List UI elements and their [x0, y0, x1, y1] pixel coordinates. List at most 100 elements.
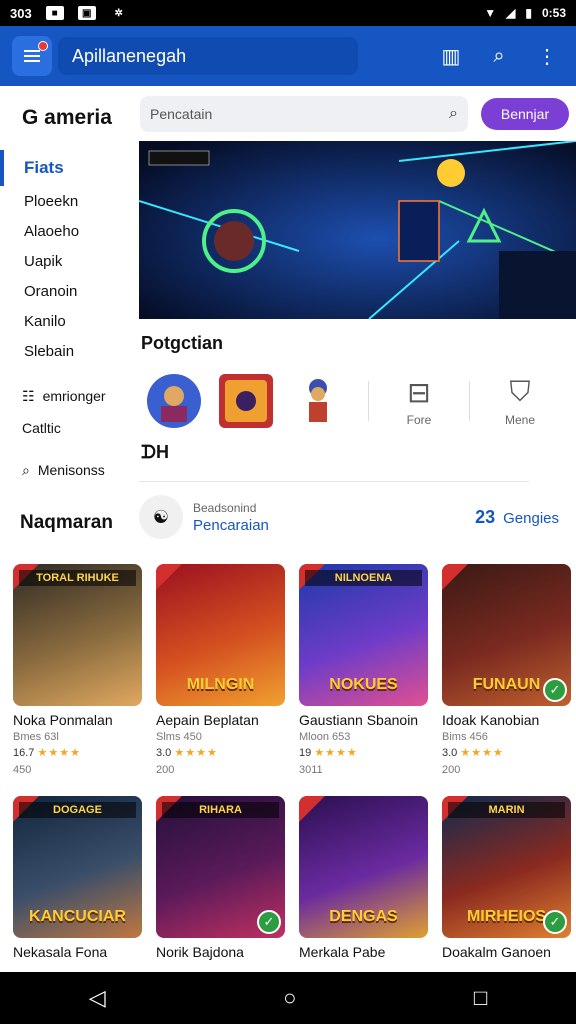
category-item[interactable]: ⊟ Fore — [383, 370, 455, 432]
book-icon[interactable]: ▥ — [440, 44, 462, 69]
game-rating: 16.7 ★★★★ — [13, 746, 142, 759]
sidebar-sub-label: emrionger — [42, 388, 106, 404]
game-downloads: 200 — [442, 764, 461, 776]
menu-icon — [24, 50, 40, 52]
game-card[interactable]: DOGAGE KANCUCIAR Nekasala Fona — [13, 796, 142, 960]
search-placeholder: Pencatain — [150, 106, 213, 122]
sidebar-item[interactable]: Kanilo — [0, 306, 136, 336]
game-thumbnail[interactable]: MILNGIN — [156, 564, 285, 706]
game-meta: Bmes 63l — [13, 731, 59, 743]
game-name: Idoak Kanobian — [442, 712, 540, 728]
hero-artwork — [139, 141, 576, 319]
category-item[interactable] — [138, 370, 210, 432]
category-row: ⊟ Fore ⛉ Mene — [138, 366, 576, 436]
star-icon: ★★★★ — [37, 747, 81, 759]
wifi-icon: ▼ — [484, 6, 497, 20]
hero-banner[interactable] — [139, 141, 576, 319]
notification-icon: ▣ — [77, 6, 96, 20]
star-icon: ★★★★ — [314, 747, 358, 759]
rating-value: 3.0 — [156, 747, 172, 759]
games-count-label[interactable]: Gengies — [503, 510, 559, 527]
game-name: Gaustiann Sbanoin — [299, 712, 419, 728]
game-tag: DOGAGE — [19, 802, 136, 818]
game-card[interactable]: NILNOENA NOKUES Gaustiann Sbanoin Mloon 653… — [299, 564, 428, 776]
battery-icon: ▮ — [525, 6, 532, 20]
sidebar-item[interactable]: Slebain — [0, 336, 136, 366]
installed-check-icon: ✓ — [543, 678, 567, 702]
avatar-hero-3-icon — [309, 379, 327, 422]
menu-button[interactable] — [12, 36, 52, 76]
rating-value: 3.0 — [442, 747, 458, 759]
game-logo-text: MILNGIN — [186, 676, 255, 693]
game-grid-row: DOGAGE KANCUCIAR Nekasala Fona RIHARA ✓ Norik… — [13, 796, 571, 960]
game-meta: Mloon 653 — [299, 731, 351, 743]
game-card[interactable]: RIHARA ✓ Norik Bajdona — [156, 796, 285, 960]
sidebar-sub-item[interactable]: Catltic — [0, 412, 136, 444]
game-card[interactable]: MILNGIN Aepain Beplatan Slms 450 3.0 ★★★★ 20… — [156, 564, 285, 776]
game-card[interactable]: TORAL RIHUKE Noka Ponmalan Bmes 63l 16.7 ★★… — [13, 564, 142, 776]
game-name: Norik Bajdona — [156, 944, 244, 960]
game-thumbnail[interactable]: DENGAS — [299, 796, 428, 938]
system-nav-bar: ◁ ○ □ — [0, 972, 576, 1024]
search-icon[interactable]: ⌕ — [449, 105, 458, 123]
sidebar-item[interactable]: Oranoin — [0, 276, 136, 306]
game-rating: 19 ★★★★ — [299, 746, 428, 759]
installed-check-icon: ✓ — [257, 910, 281, 934]
featured-row[interactable]: ☯ Beadsonind Pencaraian 23 Gengies — [139, 494, 559, 540]
new-ribbon — [299, 796, 325, 822]
tshirt-icon: ⛉ — [509, 375, 531, 407]
home-icon[interactable]: ○ — [283, 985, 296, 1011]
category-label: Fore — [406, 412, 432, 427]
game-meta: Slms 450 — [156, 731, 202, 743]
game-name: Aepain Beplatan — [156, 712, 259, 728]
sidebar-sub-item[interactable]: ☷ emrionger — [0, 380, 136, 412]
brand-title: G ameria — [22, 106, 112, 129]
game-card[interactable]: MARIN MIRHEIOS ✓ Doakalm Ganoen — [442, 796, 571, 960]
game-thumbnail[interactable]: MARIN MIRHEIOS ✓ — [442, 796, 571, 938]
app-bar: Apillanenegah ▥ ⌕ ⋮ — [0, 26, 576, 86]
game-tag: RIHARA — [162, 802, 279, 818]
category-item[interactable] — [210, 370, 282, 432]
game-downloads: 450 — [13, 764, 32, 776]
star-icon: ★★★★ — [460, 747, 504, 759]
sidebar-sub-item[interactable]: ⌕ Menisonss — [0, 454, 136, 486]
notification-dot — [38, 41, 48, 51]
mini-label: ᗪH — [141, 442, 169, 462]
game-card[interactable]: FUNAUN ✓ Idoak Kanobian Bims 456 3.0 ★★★★ 200 — [442, 564, 571, 776]
game-card[interactable]: DENGAS Merkala Pabe — [299, 796, 428, 960]
category-item[interactable] — [282, 370, 354, 432]
section-title: Naqmaran — [20, 512, 113, 533]
signal-icon: ◢ — [506, 6, 516, 20]
game-thumbnail[interactable]: FUNAUN ✓ — [442, 564, 571, 706]
search-icon[interactable]: ⌕ — [488, 45, 510, 68]
sidebar-sub-label: Menisonss — [37, 462, 105, 478]
status-bar: 303 ■ ▣ ✲ ▼ ◢ ▮ 0:53 — [0, 0, 576, 26]
app-title: Apillanenegah — [58, 37, 358, 75]
sidebar-item[interactable]: Alaoeho — [0, 216, 136, 246]
category-item[interactable]: ⛉ Mene — [484, 370, 556, 432]
game-thumbnail[interactable]: TORAL RIHUKE — [13, 564, 142, 706]
game-downloads: 3011 — [299, 764, 323, 776]
game-logo-text: KANCUCIAR — [29, 908, 126, 925]
more-vert-icon[interactable]: ⋮ — [536, 44, 558, 69]
search-icon: ⌕ — [22, 461, 30, 478]
star-icon: ★★★★ — [174, 747, 218, 759]
recents-icon[interactable]: □ — [474, 985, 487, 1011]
category-label: Mene — [504, 412, 536, 427]
back-icon[interactable]: ◁ — [89, 985, 106, 1011]
categories-title: Potgctian — [141, 333, 224, 353]
game-thumbnail[interactable]: RIHARA ✓ — [156, 796, 285, 938]
game-thumbnail[interactable]: DOGAGE KANCUCIAR — [13, 796, 142, 938]
game-name: Merkala Pabe — [299, 944, 386, 960]
game-rating: 3.0 ★★★★ — [442, 746, 571, 759]
sidebar: G ameria Fiats Ploeekn Alaoeho Uapik Ora… — [0, 86, 136, 556]
sidebar-item-active[interactable]: Fiats — [0, 150, 136, 186]
search-input[interactable]: Pencatain ⌕ — [140, 96, 468, 132]
menu-icon-line — [24, 55, 40, 57]
search-button[interactable]: Bennjar — [481, 98, 569, 130]
status-left-text: 303 — [10, 5, 32, 21]
sidebar-item[interactable]: Ploeekn — [0, 186, 136, 216]
game-thumbnail[interactable]: NILNOENA NOKUES — [299, 564, 428, 706]
rating-value: 19 — [299, 747, 312, 759]
sidebar-item[interactable]: Uapik — [0, 246, 136, 276]
